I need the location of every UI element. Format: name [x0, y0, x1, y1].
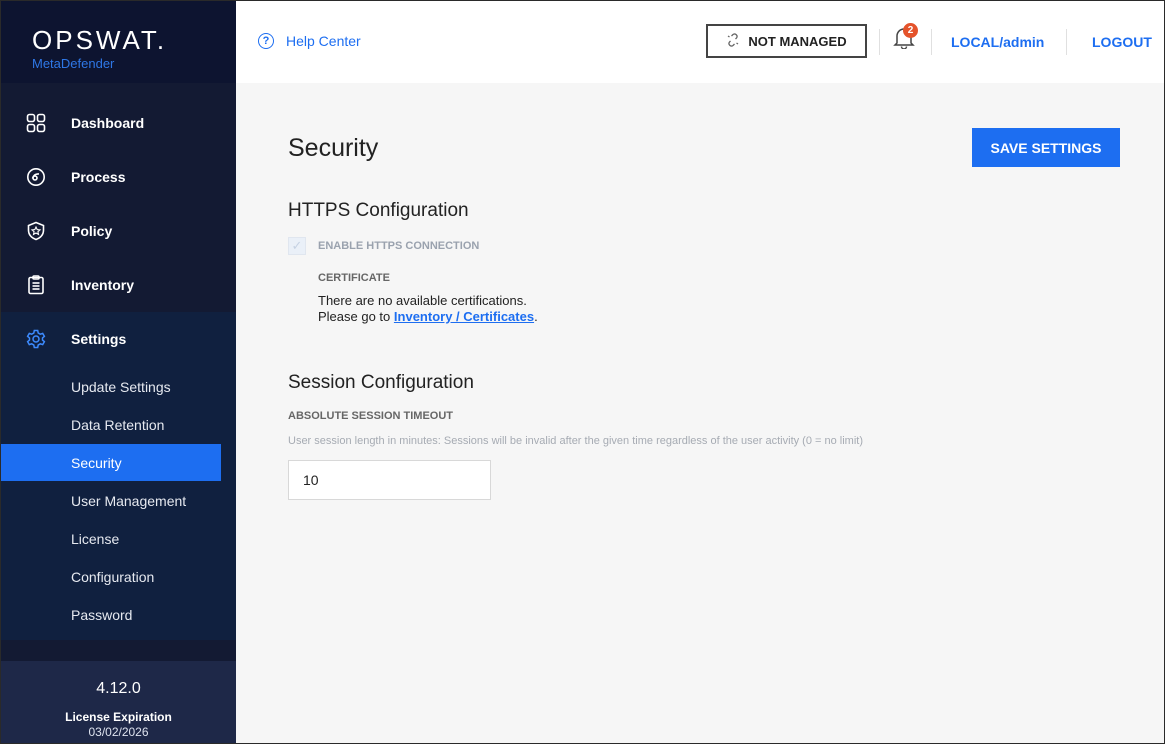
- subnav-item-configuration[interactable]: Configuration: [1, 558, 236, 595]
- license-expiration-label: License Expiration: [65, 710, 172, 724]
- sidebar-item-process[interactable]: Process: [1, 150, 236, 204]
- session-timeout-input[interactable]: [288, 460, 491, 500]
- version-footer: 4.12.0 License Expiration 03/02/2026: [1, 661, 236, 743]
- subnav-item-security[interactable]: Security: [1, 444, 221, 481]
- subnav-item-password[interactable]: Password: [1, 596, 236, 633]
- sidebar: OPSWAT. MetaDefender Dashboard Process P…: [1, 1, 236, 743]
- settings-subnav: Update Settings Data Retention Security …: [1, 366, 236, 640]
- sidebar-item-label: Inventory: [71, 277, 135, 293]
- enable-https-row: ✓ ENABLE HTTPS CONNECTION: [288, 237, 479, 255]
- sidebar-item-label: Policy: [71, 223, 113, 239]
- subnav-item-update-settings[interactable]: Update Settings: [1, 368, 236, 405]
- sidebar-item-settings[interactable]: Settings: [1, 312, 236, 366]
- gear-icon: [26, 329, 46, 349]
- policy-icon: [26, 221, 46, 241]
- certificate-message: There are no available certifications. P…: [318, 293, 538, 325]
- license-expiration-date: 03/02/2026: [88, 725, 149, 739]
- certificate-message-line: There are no available certifications.: [318, 293, 527, 308]
- certificate-prefix: Please go to: [318, 309, 391, 324]
- version-number: 4.12.0: [96, 680, 141, 697]
- page-title: Security: [288, 134, 379, 162]
- dashboard-icon: [26, 113, 46, 133]
- user-account-link[interactable]: LOCAL/admin: [951, 34, 1044, 50]
- help-center-label: Help Center: [286, 33, 361, 49]
- bell-icon: [893, 28, 915, 53]
- sidebar-item-label: Settings: [71, 331, 127, 347]
- header-divider: [879, 29, 880, 55]
- inventory-icon: [26, 275, 46, 295]
- app-window: OPSWAT. MetaDefender Dashboard Process P…: [0, 0, 1165, 744]
- certificate-message-line: Please go to Inventory / Certificates.: [318, 309, 538, 325]
- unlink-icon: [726, 32, 740, 50]
- brand-logo: OPSWAT.: [32, 25, 168, 55]
- inventory-certificates-link[interactable]: Inventory / Certificates: [394, 309, 534, 324]
- help-icon: ?: [258, 33, 274, 49]
- sidebar-item-label: Process: [71, 169, 126, 185]
- timeout-description: User session length in minutes: Sessions…: [288, 435, 864, 447]
- enable-https-label: ENABLE HTTPS CONNECTION: [318, 240, 480, 252]
- sidebar-item-inventory[interactable]: Inventory: [1, 258, 236, 312]
- timeout-label: ABSOLUTE SESSION TIMEOUT: [288, 410, 454, 422]
- https-section-title: HTTPS Configuration: [288, 200, 469, 221]
- sidebar-item-policy[interactable]: Policy: [1, 204, 236, 258]
- sidebar-item-dashboard[interactable]: Dashboard: [1, 96, 236, 150]
- main-content: Security SAVE SETTINGS HTTPS Configurati…: [236, 83, 1164, 743]
- notification-count-badge: 2: [903, 23, 918, 38]
- notifications-button[interactable]: 2: [893, 23, 918, 50]
- certificate-suffix: .: [534, 309, 538, 324]
- subnav-item-user-management[interactable]: User Management: [1, 482, 236, 519]
- enable-https-checkbox[interactable]: ✓: [288, 237, 306, 255]
- top-header: ? Help Center NOT MANAGED 2 LOCAL/admin: [236, 1, 1164, 83]
- header-divider: [1066, 29, 1067, 55]
- management-status-label: NOT MANAGED: [748, 33, 847, 49]
- sidebar-item-label: Dashboard: [71, 115, 145, 131]
- subnav-item-license[interactable]: License: [1, 520, 236, 557]
- save-settings-button[interactable]: SAVE SETTINGS: [972, 128, 1120, 167]
- product-name: MetaDefender: [32, 56, 115, 71]
- sidebar-nav: Dashboard Process Policy Inventory Setti…: [1, 96, 236, 640]
- header-divider: [931, 29, 932, 55]
- subnav-item-data-retention[interactable]: Data Retention: [1, 406, 236, 443]
- management-status-button[interactable]: NOT MANAGED: [706, 24, 867, 58]
- certificate-label: CERTIFICATE: [318, 272, 390, 284]
- logo-block: OPSWAT. MetaDefender: [1, 1, 236, 83]
- process-icon: [26, 167, 46, 187]
- logout-link[interactable]: LOGOUT: [1092, 34, 1152, 50]
- help-center-link[interactable]: ? Help Center: [258, 33, 361, 49]
- session-section-title: Session Configuration: [288, 372, 474, 393]
